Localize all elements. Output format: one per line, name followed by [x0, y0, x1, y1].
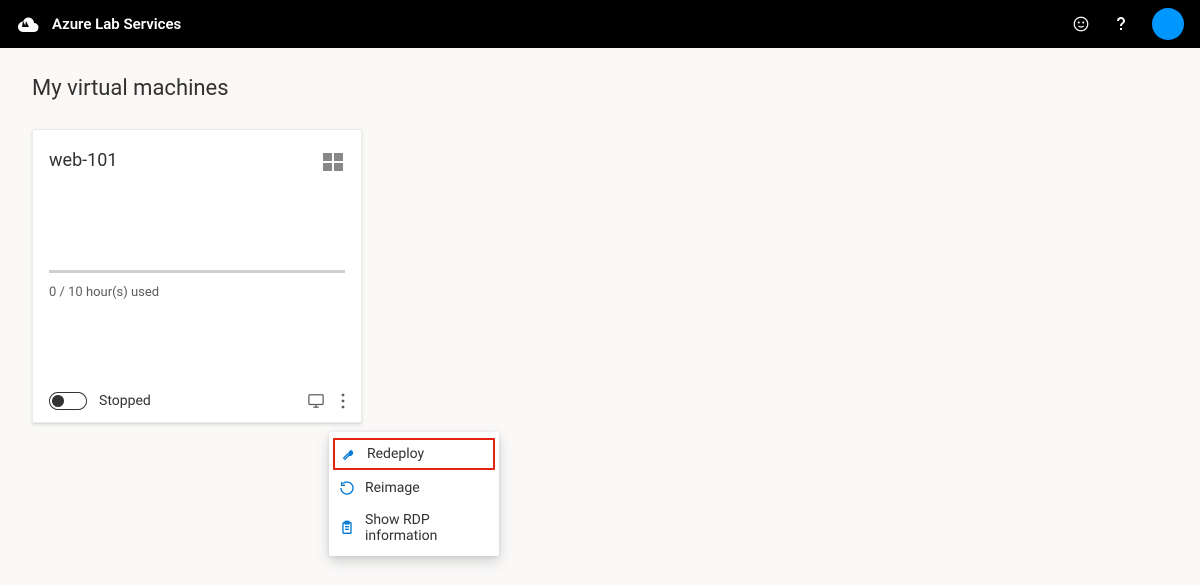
app-header: Azure Lab Services [0, 0, 1200, 48]
menu-item-redeploy[interactable]: Redeploy [333, 438, 495, 470]
page-title: My virtual machines [32, 76, 1168, 101]
header-title: Azure Lab Services [52, 15, 181, 33]
azure-labs-logo-icon [16, 14, 40, 34]
usage-text: 0 / 10 hour(s) used [49, 285, 345, 300]
vm-context-menu: Redeploy Reimage Show RDP information [329, 432, 499, 556]
menu-label-redeploy: Redeploy [367, 446, 424, 462]
help-icon[interactable] [1114, 15, 1128, 33]
menu-item-reimage[interactable]: Reimage [329, 472, 499, 504]
clipboard-icon [339, 520, 355, 536]
windows-icon [321, 150, 345, 178]
wrench-icon [341, 446, 357, 462]
vm-footer-left: Stopped [49, 392, 151, 410]
vm-card: web-101 0 / 10 hour(s) used Stopped [32, 129, 362, 423]
header-left: Azure Lab Services [16, 14, 181, 34]
refresh-icon [339, 480, 355, 496]
page-content: My virtual machines web-101 0 / 10 hour(… [0, 48, 1200, 451]
vm-footer-right [307, 393, 345, 409]
toggle-knob [52, 395, 64, 407]
vm-power-toggle[interactable] [49, 392, 87, 410]
header-right [1072, 8, 1184, 40]
connect-icon[interactable] [307, 393, 325, 409]
menu-label-show-rdp: Show RDP information [365, 512, 489, 544]
menu-label-reimage: Reimage [365, 480, 420, 496]
user-avatar[interactable] [1152, 8, 1184, 40]
more-options-icon[interactable] [341, 393, 345, 409]
menu-item-show-rdp[interactable]: Show RDP information [329, 504, 499, 552]
vm-name: web-101 [49, 150, 118, 171]
vm-card-footer: Stopped [49, 392, 345, 410]
vm-status: Stopped [99, 393, 151, 409]
usage-progress-bar [49, 270, 345, 273]
vm-card-header: web-101 [49, 150, 345, 178]
feedback-icon[interactable] [1072, 15, 1090, 33]
